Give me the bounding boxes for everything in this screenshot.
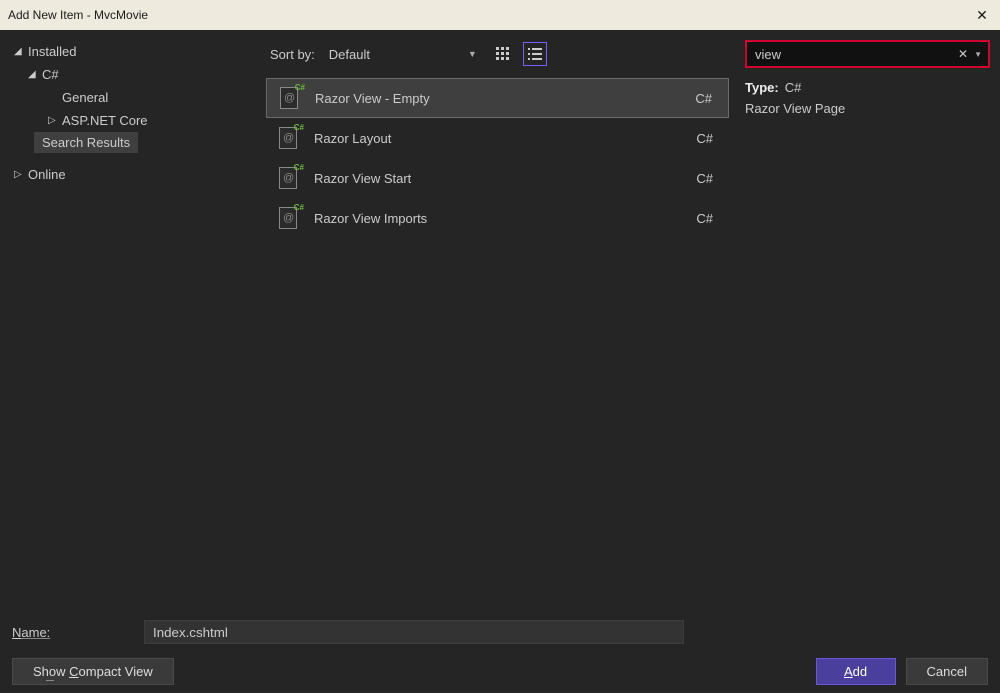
template-name: Razor View Start bbox=[314, 171, 684, 186]
tree-general[interactable]: General bbox=[8, 86, 252, 109]
template-lang: C# bbox=[696, 211, 713, 226]
clear-search-icon[interactable]: ✕ bbox=[954, 47, 972, 61]
tree-installed[interactable]: ◢ Installed bbox=[8, 40, 252, 63]
template-list: @ C# Razor View - Empty C# @ C# Razor La… bbox=[266, 78, 729, 600]
expand-icon: ▷ bbox=[48, 115, 62, 126]
tree-online[interactable]: ▷ Online bbox=[8, 163, 252, 186]
tree-label: General bbox=[62, 90, 108, 105]
chevron-down-icon: ▼ bbox=[468, 49, 477, 59]
add-button[interactable]: Add bbox=[816, 658, 896, 685]
razor-file-icon: @ C# bbox=[276, 125, 302, 151]
window-title: Add New Item - MvcMovie bbox=[8, 8, 972, 22]
details-panel: ✕ ▼ Type: C# Razor View Page bbox=[735, 30, 1000, 610]
detail-type: Type: C# bbox=[745, 80, 990, 95]
template-lang: C# bbox=[696, 171, 713, 186]
template-lang: C# bbox=[695, 91, 712, 106]
razor-file-icon: @ C# bbox=[277, 85, 303, 111]
tree-label: ASP.NET Core bbox=[62, 113, 148, 128]
expand-icon: ▷ bbox=[14, 169, 28, 180]
name-row: Name: bbox=[12, 620, 988, 644]
button-row: Show Compact View Add Cancel bbox=[12, 658, 988, 685]
list-view-button[interactable] bbox=[523, 42, 547, 66]
center-panel: Sort by: Default ▼ @ C# Razor View - Emp… bbox=[260, 30, 735, 610]
toolbar: Sort by: Default ▼ bbox=[266, 40, 729, 68]
filename-input[interactable] bbox=[144, 620, 684, 644]
template-item[interactable]: @ C# Razor View Imports C# bbox=[266, 198, 729, 238]
main-area: ◢ Installed ◢ C# General ▷ ASP.NET Core … bbox=[0, 30, 1000, 610]
category-sidebar: ◢ Installed ◢ C# General ▷ ASP.NET Core … bbox=[0, 30, 260, 610]
tree-aspnet[interactable]: ▷ ASP.NET Core bbox=[8, 109, 252, 132]
tree-label: C# bbox=[42, 67, 59, 82]
type-label: Type: bbox=[745, 80, 779, 95]
tree-csharp[interactable]: ◢ C# bbox=[8, 63, 252, 86]
collapse-icon: ◢ bbox=[28, 69, 42, 80]
template-item[interactable]: @ C# Razor View Start C# bbox=[266, 158, 729, 198]
search-box[interactable]: ✕ ▼ bbox=[745, 40, 990, 68]
template-item[interactable]: @ C# Razor Layout C# bbox=[266, 118, 729, 158]
template-description: Razor View Page bbox=[745, 101, 990, 116]
template-name: Razor View Imports bbox=[314, 211, 684, 226]
template-name: Razor View - Empty bbox=[315, 91, 683, 106]
tree-label: Installed bbox=[28, 44, 76, 59]
search-dropdown-icon[interactable]: ▼ bbox=[972, 50, 984, 59]
compact-view-button[interactable]: Show Compact View bbox=[12, 658, 174, 685]
cancel-button[interactable]: Cancel bbox=[906, 658, 988, 685]
close-icon[interactable]: ✕ bbox=[972, 5, 992, 25]
search-input[interactable] bbox=[755, 47, 954, 62]
sort-value: Default bbox=[329, 47, 370, 62]
collapse-icon: ◢ bbox=[14, 46, 28, 57]
template-name: Razor Layout bbox=[314, 131, 684, 146]
tree-search-results[interactable]: Search Results bbox=[34, 132, 138, 153]
name-label: Name: bbox=[12, 625, 132, 640]
footer: Name: Show Compact View Add Cancel bbox=[0, 610, 1000, 693]
razor-file-icon: @ C# bbox=[276, 205, 302, 231]
template-lang: C# bbox=[696, 131, 713, 146]
sort-label: Sort by: bbox=[270, 47, 315, 62]
razor-file-icon: @ C# bbox=[276, 165, 302, 191]
sort-dropdown[interactable]: Default ▼ bbox=[323, 43, 483, 66]
type-value: C# bbox=[785, 80, 802, 95]
grid-view-button[interactable] bbox=[491, 42, 515, 66]
tree-label: Online bbox=[28, 167, 66, 182]
titlebar: Add New Item - MvcMovie ✕ bbox=[0, 0, 1000, 30]
template-item[interactable]: @ C# Razor View - Empty C# bbox=[266, 78, 729, 118]
